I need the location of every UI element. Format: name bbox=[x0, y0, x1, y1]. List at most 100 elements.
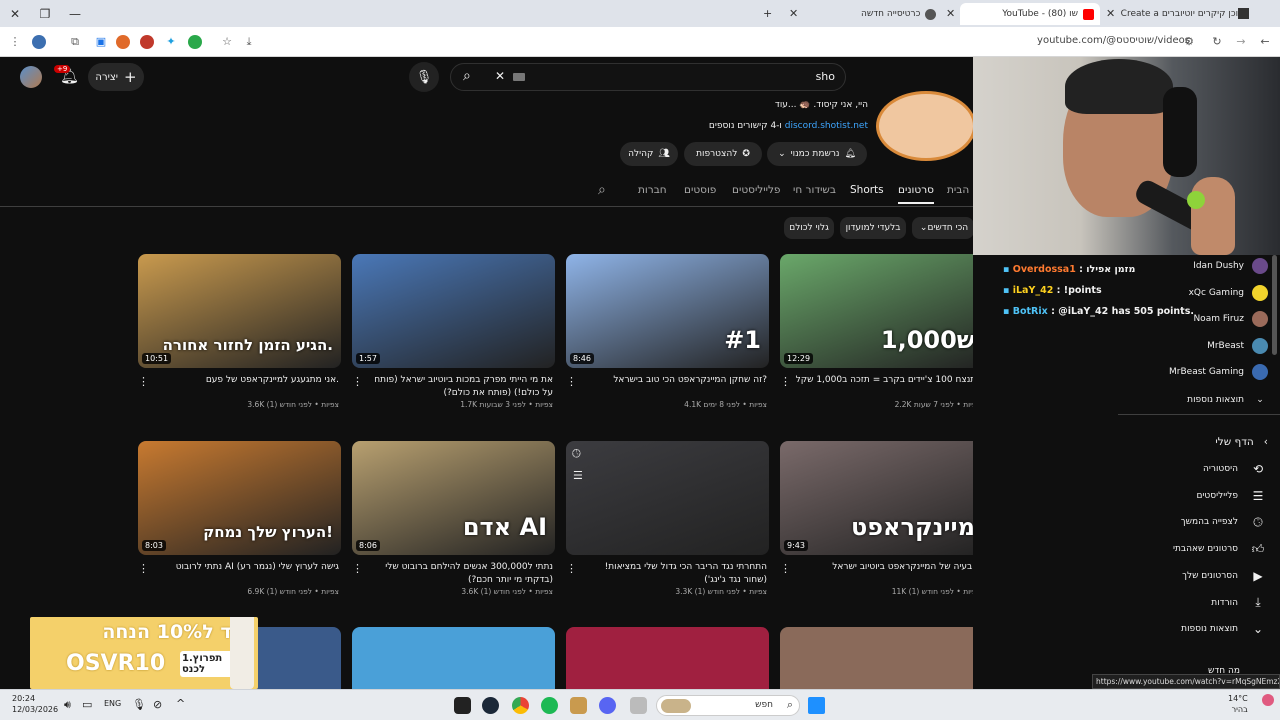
video-card[interactable]: 🕓︎ ☰ התחרתי נגד הריבר הכי גדול שלי במציאות… bbox=[566, 441, 769, 596]
more-options-icon[interactable]: ⋮ bbox=[352, 562, 363, 575]
video-thumbnail[interactable] bbox=[566, 627, 769, 689]
video-card[interactable]: 1:57 את מי הייתי מפרק במכות ביוטיוב ישראל… bbox=[352, 254, 555, 409]
sidebar-item[interactable]: הורדות ⤓ bbox=[1211, 592, 1268, 614]
extension-icon[interactable] bbox=[188, 35, 202, 49]
taskbar-app-icon[interactable] bbox=[570, 697, 587, 714]
chrome-icon[interactable] bbox=[512, 697, 529, 714]
tab-new-tab[interactable]: כרטיסייה חדשה bbox=[855, 3, 945, 25]
video-title[interactable]: התחרתי נגד הריבר הכי גדול שלי במציאות! (… bbox=[566, 561, 769, 587]
video-thumbnail[interactable]: 1,000ש 12:29 bbox=[780, 254, 973, 368]
restore-window-button[interactable]: ❐ bbox=[30, 0, 60, 27]
spotify-icon[interactable] bbox=[541, 697, 558, 714]
new-tab-button[interactable]: + bbox=[763, 7, 772, 20]
more-options-icon[interactable]: ⋮ bbox=[566, 562, 577, 575]
tab-youtube[interactable]: YouTube - שו (80) bbox=[960, 3, 1100, 25]
tab-live[interactable]: בשידור חי bbox=[793, 184, 836, 196]
keyboard-icon[interactable] bbox=[513, 73, 525, 81]
url-field[interactable]: youtube.com/@שוטיסטס/videos bbox=[1037, 35, 1190, 46]
video-thumbnail[interactable] bbox=[352, 627, 555, 689]
search-input[interactable]: ⌕ ✕ sho bbox=[450, 63, 846, 91]
video-thumbnail[interactable]: הגיע הזמן לחזור אחורה. 10:51 bbox=[138, 254, 341, 368]
tab-close-icon[interactable]: ✕ bbox=[789, 7, 798, 20]
video-thumbnail[interactable]: #1 8:46 bbox=[566, 254, 769, 368]
discord-icon[interactable] bbox=[599, 697, 616, 714]
tab-create[interactable]: Create a תוכן קיקרים יוטיוברים bbox=[1115, 3, 1250, 25]
sidebar-item[interactable]: תוצאות נוספות ⌄ bbox=[1181, 618, 1268, 640]
add-to-queue-icon[interactable]: ☰ bbox=[573, 469, 583, 482]
video-title[interactable]: הבעיה של המיינקראפט ביוטיוב ישראל. bbox=[780, 561, 973, 587]
subscription-item[interactable]: Noam Firuz bbox=[1193, 309, 1268, 329]
video-card[interactable]: מיינקראפט 9:43 הבעיה של המיינקראפט ביוטיוב… bbox=[780, 441, 973, 596]
display-icon[interactable]: ▭ bbox=[82, 698, 92, 711]
show-more-subs[interactable]: תוצאות נוספות ⌄ bbox=[1187, 390, 1268, 410]
watch-later-icon[interactable]: 🕓︎ bbox=[572, 447, 581, 461]
chip-members-only[interactable]: בלעדי למועדון bbox=[840, 217, 906, 239]
more-options-icon[interactable]: ⋮ bbox=[352, 375, 363, 388]
subscription-item[interactable]: xQc Gaming bbox=[1189, 283, 1268, 303]
subscription-item[interactable]: Idan Dushy bbox=[1193, 256, 1268, 276]
video-title[interactable]: אני מתגעגע למיינקראפט של פעם. bbox=[138, 374, 341, 400]
tab-home[interactable]: הבית bbox=[947, 184, 969, 196]
weather[interactable]: 14°C בהיר bbox=[1228, 693, 1248, 715]
channel-description[interactable]: היי, אני קיסוד. 🦔 ...עוד bbox=[775, 100, 868, 110]
video-card[interactable]: אדם AI 8:06 נתתי ל300,000 אנשים להילחם ברו… bbox=[352, 441, 555, 596]
video-thumbnail[interactable]: מיינקראפט 9:43 bbox=[780, 441, 973, 555]
bookmark-star-icon[interactable]: ☆ bbox=[220, 35, 234, 49]
tab-close-icon[interactable]: ✕ bbox=[1106, 7, 1115, 20]
sidebar-item[interactable]: לצפייה בהמשך 🕓︎ bbox=[1181, 511, 1268, 533]
tab-posts[interactable]: פוסטים bbox=[684, 184, 716, 196]
back-icon[interactable]: → bbox=[1234, 35, 1248, 49]
tray-chevron-icon[interactable]: ^ bbox=[176, 697, 185, 710]
voice-search-button[interactable]: 🎙︎ bbox=[409, 62, 439, 92]
steam-icon[interactable] bbox=[482, 697, 499, 714]
video-title[interactable]: נתתי לרובוט AI גישה לערוץ שלי (נגמר רע) bbox=[138, 561, 341, 587]
channel-links[interactable]: ו-4 קישורים נוספים discord.shotist.net bbox=[709, 121, 868, 131]
chip-public[interactable]: גלוי לכולם bbox=[784, 217, 834, 239]
video-title[interactable]: זה שחקן המיינקראפט הכי טוב בישראל? bbox=[566, 374, 769, 400]
community-button[interactable]: קהילה 👥︎ bbox=[620, 142, 678, 166]
mic-icon[interactable]: 🎙︎ bbox=[132, 698, 146, 711]
video-thumbnail[interactable]: הערוץ שלך נמחק! 8:03 bbox=[138, 441, 341, 555]
tab-playlists[interactable]: פלייליסטים bbox=[732, 184, 780, 196]
video-thumbnail[interactable]: 1:57 bbox=[352, 254, 555, 368]
video-thumbnail[interactable] bbox=[780, 627, 973, 689]
install-app-icon[interactable]: ⤓ bbox=[242, 35, 256, 49]
app-menu-icon[interactable] bbox=[1238, 8, 1249, 19]
more-options-icon[interactable]: ⋮ bbox=[780, 562, 791, 575]
tab-close-icon[interactable]: ✕ bbox=[946, 7, 955, 20]
more-options-icon[interactable]: ⋮ bbox=[566, 375, 577, 388]
tab-memberships[interactable]: חברות bbox=[638, 184, 667, 196]
subscribed-button[interactable]: ⌄ נרשמת כמנוי 🔔︎ bbox=[767, 142, 867, 166]
extension-icon[interactable]: ▣ bbox=[94, 35, 108, 49]
windows-start-icon[interactable] bbox=[808, 697, 825, 714]
extension-icon[interactable]: ✦ bbox=[164, 35, 178, 49]
video-thumbnail[interactable]: אדם AI 8:06 bbox=[352, 441, 555, 555]
clock[interactable]: 20:24 12/03/2026 bbox=[12, 693, 58, 715]
taskbar-app-icon[interactable] bbox=[454, 697, 471, 714]
sidebar-item[interactable]: סרטונים שאהבתי 👍︎ bbox=[1173, 538, 1268, 560]
extension-icon[interactable] bbox=[140, 35, 154, 49]
join-button[interactable]: להצטרפות ✪ bbox=[684, 142, 762, 166]
scrollbar[interactable] bbox=[1272, 255, 1277, 355]
volume-icon[interactable]: 🔊︎ bbox=[64, 698, 71, 712]
chip-newest[interactable]: ⌄ הכי חדשים bbox=[912, 217, 973, 239]
more-options-icon[interactable]: ⋮ bbox=[138, 375, 149, 388]
tab-shorts[interactable]: Shorts bbox=[850, 184, 884, 196]
search-icon[interactable]: ⌕ bbox=[598, 182, 606, 198]
site-settings-icon[interactable]: ⚙ bbox=[1182, 35, 1196, 49]
video-title[interactable]: את מי הייתי מפרק במכות ביוטיוב ישראל (פו… bbox=[352, 374, 555, 400]
video-title[interactable]: תנצח 100 צ'יידים בקרב = תזכה ב1,000 שקל? bbox=[780, 374, 973, 400]
minimize-window-button[interactable]: — bbox=[60, 0, 90, 27]
taskbar-search[interactable]: ⌕ חפש bbox=[656, 695, 800, 716]
account-avatar[interactable] bbox=[20, 66, 42, 88]
more-options-icon[interactable]: ⋮ bbox=[780, 375, 791, 388]
video-thumbnail[interactable]: 🕓︎ ☰ bbox=[566, 441, 769, 555]
profile-icon[interactable] bbox=[32, 35, 46, 49]
tab-videos[interactable]: סרטונים bbox=[898, 184, 934, 204]
video-card[interactable]: #1 8:46 זה שחקן המיינקראפט הכי טוב בישראל?… bbox=[566, 254, 769, 409]
sidebar-item[interactable]: פלייליסטים ☰ bbox=[1196, 485, 1268, 507]
extension-icon[interactable] bbox=[116, 35, 130, 49]
network-off-icon[interactable]: ⊘ bbox=[153, 698, 162, 711]
subscription-item[interactable]: MrBeast bbox=[1207, 336, 1268, 356]
forward-icon[interactable]: ← bbox=[1258, 35, 1272, 49]
